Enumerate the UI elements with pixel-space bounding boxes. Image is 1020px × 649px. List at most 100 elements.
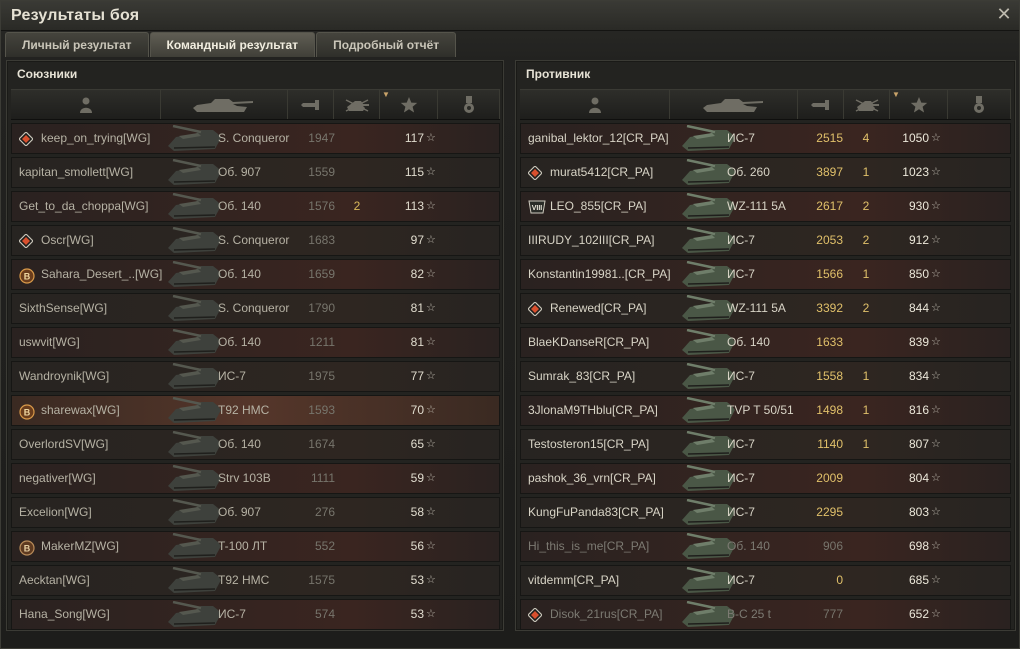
- ally-player-row[interactable]: OverlordSV[WG] Об. 140 1674 65 ☆: [11, 429, 500, 460]
- kills-value: 1: [862, 267, 870, 281]
- enemy-player-row[interactable]: Renewed[CR_PA] WZ-111 5A 3392 2 844 ☆: [520, 293, 1011, 324]
- header-damage-column[interactable]: [798, 90, 844, 119]
- xp-star-icon: ☆: [426, 200, 436, 212]
- enemy-player-row[interactable]: Konstantin19981..[CR_PA] ИС-7 1566 1 850 ☆: [520, 259, 1011, 290]
- enemy-player-row[interactable]: ganibal_lektor_12[CR_PA] ИС-7 2515 4 1050 ☆: [520, 123, 1011, 154]
- allies-panel: Союзники ▼ keep_on_trying[WG] S. Conquero…: [6, 60, 504, 631]
- enemy-player-row[interactable]: Disok_21rus[CR_PA] B-C 25 t 777 652 ☆: [520, 599, 1011, 630]
- enemy-player-row[interactable]: BlaeKDanseR[CR_PA] Об. 140 1633 839 ☆: [520, 327, 1011, 358]
- xp-value: 685: [908, 573, 929, 587]
- enemy-player-row[interactable]: IIIRUDY_102III[CR_PA] ИС-7 2053 2 912 ☆: [520, 225, 1011, 256]
- player-name: SixthSense[WG]: [19, 301, 108, 315]
- enemy-player-row[interactable]: vitdemm[CR_PA] ИС-7 0 685 ☆: [520, 565, 1011, 596]
- vehicle-name: Об. 140: [218, 437, 261, 451]
- xp-value: 930: [908, 199, 929, 213]
- damage-value: 1111: [310, 471, 335, 485]
- vehicle-name: T92 HMC: [218, 403, 270, 417]
- tank-icon: [165, 328, 223, 356]
- enemy-player-row[interactable]: pashok_36_vrn[CR_PA] ИС-7 2009 804 ☆: [520, 463, 1011, 494]
- player-name: Aecktan[WG]: [19, 573, 90, 587]
- header-player-column[interactable]: [11, 90, 161, 119]
- header-player-column[interactable]: [520, 90, 670, 119]
- xp-star-icon: ☆: [931, 438, 941, 450]
- damage-value: 1566: [816, 267, 843, 281]
- player-name: Disok_21rus[CR_PA]: [550, 607, 663, 621]
- ally-player-row[interactable]: Wandroynik[WG] ИС-7 1975 77 ☆: [11, 361, 500, 392]
- player-name: Oscr[WG]: [41, 233, 94, 247]
- ally-player-row[interactable]: Oscr[WG] S. Conqueror 1683 97 ☆: [11, 225, 500, 256]
- tab-detailed-report[interactable]: Подробный отчёт: [316, 32, 457, 57]
- header-kills-column[interactable]: [844, 90, 890, 119]
- ally-player-row[interactable]: SixthSense[WG] S. Conqueror 1790 81 ☆: [11, 293, 500, 324]
- header-medal-column[interactable]: [948, 90, 1011, 119]
- xp-value: 117: [404, 131, 424, 145]
- vehicle-name: ИС-7: [218, 607, 246, 621]
- player-name: 3JlonaM9THblu[CR_PA]: [528, 403, 658, 417]
- ally-player-row[interactable]: Get_to_da_choppa[WG] Об. 140 1576 2 113 ☆: [11, 191, 500, 222]
- svg-text:B: B: [24, 544, 31, 554]
- ally-player-row[interactable]: Aecktan[WG] T92 HMC 1575 53 ☆: [11, 565, 500, 596]
- enemy-player-row[interactable]: murat5412[CR_PA] Об. 260 3897 1 1023 ☆: [520, 157, 1011, 188]
- tank-icon: [165, 396, 223, 424]
- svg-text:VIII: VIII: [532, 205, 543, 212]
- viii-badge-icon: VIII: [528, 200, 546, 214]
- xp-star-icon: ☆: [426, 540, 436, 552]
- xp-star-icon: ☆: [931, 540, 941, 552]
- header-vehicle-column[interactable]: [161, 90, 288, 119]
- damage-value: 1558: [816, 369, 843, 383]
- xp-value: 698: [908, 539, 929, 553]
- ally-player-row[interactable]: B MakerMZ[WG] T-100 ЛТ 552 56 ☆: [11, 531, 500, 562]
- enemy-player-row[interactable]: Hi_this_is_me[CR_PA] Об. 140 906 698 ☆: [520, 531, 1011, 562]
- header-xp-column[interactable]: ▼: [890, 90, 948, 119]
- player-name: vitdemm[CR_PA]: [528, 573, 620, 587]
- xp-star-icon: ☆: [931, 404, 941, 416]
- damage-value: 1498: [816, 403, 843, 417]
- b-badge-icon: B: [19, 404, 35, 420]
- ally-player-row[interactable]: negativer[WG] Strv 103B 1111 59 ☆: [11, 463, 500, 494]
- enemy-player-row[interactable]: KungFuPanda83[CR_PA] ИС-7 2295 803 ☆: [520, 497, 1011, 528]
- xp-value: 81: [410, 335, 424, 349]
- damage-value: 2295: [816, 505, 843, 519]
- tank-icon: [165, 566, 223, 594]
- tab-team-result[interactable]: Командный результат: [149, 32, 316, 57]
- tank-icon: [165, 260, 223, 288]
- ally-player-row[interactable]: Bsharewax[WG] T92 HMC 1593 70 ☆: [11, 395, 500, 426]
- header-medal-column[interactable]: [438, 90, 500, 119]
- player-name: BlaeKDanseR[CR_PA]: [528, 335, 650, 349]
- player-name: Hi_this_is_me[CR_PA]: [528, 539, 650, 553]
- ally-player-row[interactable]: B Sahara_Desert_..[WG] Об. 140 1659 82 ☆: [11, 259, 500, 290]
- xp-value: 115: [404, 165, 424, 179]
- xp-star-icon: ☆: [426, 166, 436, 178]
- damage-value: 1674: [308, 437, 335, 451]
- header-vehicle-column[interactable]: [670, 90, 798, 119]
- xp-star-icon: ☆: [426, 234, 436, 246]
- player-name: uswvit[WG]: [19, 335, 80, 349]
- header-kills-column[interactable]: [334, 90, 380, 119]
- ally-player-row[interactable]: Excelion[WG] Об. 907 276 58 ☆: [11, 497, 500, 528]
- kills-value: 2: [862, 233, 870, 247]
- kills-value: 4: [862, 131, 870, 145]
- tab-personal-result[interactable]: Личный результат: [5, 32, 149, 57]
- vehicle-name: ИС-7: [727, 437, 755, 451]
- header-xp-column[interactable]: ▼: [380, 90, 438, 119]
- vehicle-name: Об. 140: [218, 335, 261, 349]
- enemy-player-row[interactable]: VIII LEO_855[CR_PA] WZ-111 5A 2617 2 930 ☆: [520, 191, 1011, 222]
- damage-value: 2515: [816, 131, 843, 145]
- xp-value: 53: [410, 607, 424, 621]
- damage-value: 2617: [816, 199, 843, 213]
- enemy-player-row[interactable]: Sumrak_83[CR_PA] ИС-7 1558 1 834 ☆: [520, 361, 1011, 392]
- player-name: Get_to_da_choppa[WG]: [19, 199, 149, 213]
- ally-player-row[interactable]: Hana_Song[WG] ИС-7 574 53 ☆: [11, 599, 500, 630]
- close-icon[interactable]: ✕: [995, 5, 1013, 23]
- xp-value: 807: [908, 437, 929, 451]
- ally-player-row[interactable]: keep_on_trying[WG] S. Conqueror 1947 117 ☆: [11, 123, 500, 154]
- header-damage-column[interactable]: [288, 90, 334, 119]
- enemy-player-row[interactable]: 3JlonaM9THblu[CR_PA] TVP T 50/51 1498 1 816 ☆: [520, 395, 1011, 426]
- ally-player-row[interactable]: kapitan_smollett[WG] Об. 907 1559 115 ☆: [11, 157, 500, 188]
- xp-value: 652: [908, 607, 929, 621]
- allies-title: Союзники: [17, 67, 78, 81]
- enemy-player-row[interactable]: Testosteron15[CR_PA] ИС-7 1140 1 807 ☆: [520, 429, 1011, 460]
- tank-icon: [165, 498, 223, 526]
- ally-player-row[interactable]: uswvit[WG] Об. 140 1211 81 ☆: [11, 327, 500, 358]
- diamond-badge-icon: [527, 301, 543, 317]
